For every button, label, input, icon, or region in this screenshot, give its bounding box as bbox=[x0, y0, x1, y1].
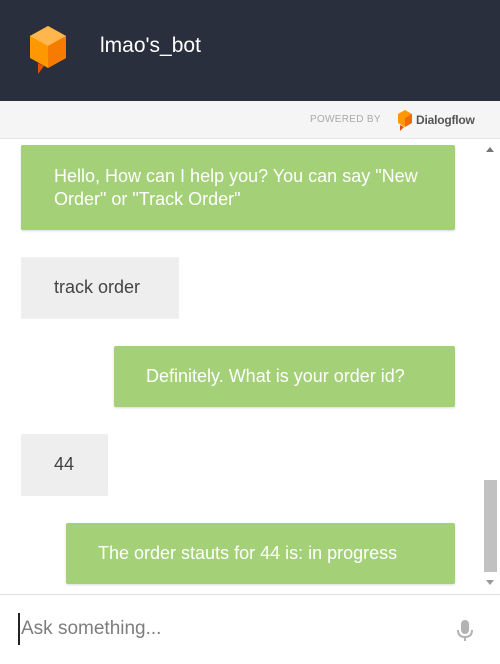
scroll-down-arrow-icon[interactable] bbox=[486, 580, 494, 585]
message-input[interactable] bbox=[18, 613, 443, 645]
powered-by-bar: POWERED BY Dialogflow bbox=[0, 101, 500, 139]
microphone-icon[interactable] bbox=[456, 619, 474, 643]
bot-message: Definitely. What is your order id? bbox=[114, 346, 455, 407]
chat-header: lmao's_bot bbox=[0, 0, 500, 101]
chat-log[interactable]: Hello, How can I help you? You can say "… bbox=[0, 139, 500, 594]
user-message: 44 bbox=[21, 434, 108, 496]
scroll-thumb[interactable] bbox=[484, 480, 497, 572]
user-message: track order bbox=[21, 257, 179, 319]
bot-title: lmao's_bot bbox=[100, 34, 201, 57]
bot-message: The order stauts for 44 is: in progress bbox=[66, 523, 455, 584]
scroll-up-arrow-icon[interactable] bbox=[486, 147, 494, 152]
bot-cube-icon bbox=[30, 26, 66, 74]
bot-message: Hello, How can I help you? You can say "… bbox=[21, 145, 455, 230]
dialogflow-brand: Dialogflow bbox=[416, 113, 475, 127]
dialogflow-logo-icon bbox=[398, 110, 412, 131]
powered-by-label: POWERED BY bbox=[310, 114, 381, 125]
message-input-bar bbox=[0, 594, 500, 664]
chat-scrollbar[interactable] bbox=[482, 139, 498, 594]
